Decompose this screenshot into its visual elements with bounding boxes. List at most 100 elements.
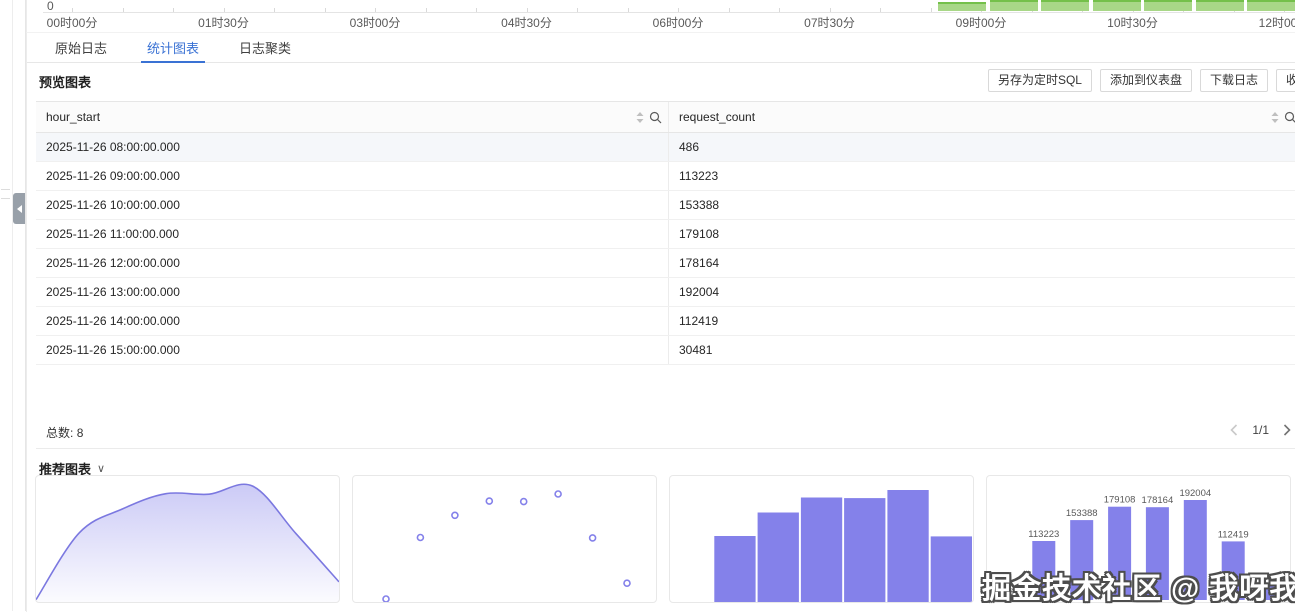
result-table: hour_start request_count 2025-11-26 08:00… [36,101,1295,449]
tab-log-clustering[interactable]: 日志聚类 [239,33,291,62]
collapse-config-button[interactable]: 收起配置 [1276,69,1295,92]
timeline-tick [123,8,124,12]
column-header-icons [1271,111,1295,124]
cell-hour-start: 2025-11-26 09:00:00.000 [36,162,669,190]
log-timeline-histogram[interactable]: 0 00时00分01时30分03时00分04时30分06时00分07时30分09… [26,0,1295,32]
cell-request-count: 113223 [669,162,1295,190]
table-row[interactable]: 2025-11-26 15:00:00.00030481 [36,336,1295,365]
scatter-point [417,535,423,541]
timeline-green-bar[interactable] [1144,0,1192,11]
timeline-tick [527,8,528,12]
preview-chart-title: 预览图表 [39,72,91,91]
page-indicator: 1/1 [1252,423,1269,437]
timeline-tick [678,8,679,12]
cell-hour-start: 2025-11-26 13:00:00.000 [36,278,669,306]
timeline-tick-label: 12时00分 [1259,14,1295,31]
tab-label: 原始日志 [55,38,107,57]
timeline-green-bar[interactable] [1196,0,1244,11]
scatter-chart-svg [353,476,656,602]
sort-icon[interactable] [1271,112,1279,123]
rail-divider [1,198,10,199]
result-tabs: 原始日志 统计图表 日志聚类 [27,33,1295,63]
recommended-chart-labeled-bar[interactable]: 4861132231533881791081781641920041124193… [986,475,1291,603]
scatter-point [521,499,527,505]
tab-label: 日志聚类 [239,38,291,57]
table-row[interactable]: 2025-11-26 13:00:00.000192004 [36,278,1295,307]
left-sidebar-strip [0,0,13,611]
timeline-tick [577,8,578,12]
recommended-chart-area[interactable] [35,475,340,603]
timeline-tick-label: 00时00分 [47,14,98,31]
table-header-row: hour_start request_count [36,101,1295,133]
table-row[interactable]: 2025-11-26 10:00:00.000153388 [36,191,1295,220]
next-page-button[interactable] [1283,424,1291,436]
table-row[interactable]: 2025-11-26 14:00:00.000112419 [36,307,1295,336]
save-as-scheduled-sql-button[interactable]: 另存为定时SQL [988,69,1092,92]
chevron-left-icon [17,205,22,213]
bar-value-label: 112419 [1218,529,1249,540]
scatter-point [486,498,492,504]
timeline-green-bar[interactable] [1247,0,1295,11]
download-logs-button[interactable]: 下载日志 [1200,69,1268,92]
column-header-request_count[interactable]: request_count [669,102,1295,132]
bar-value-label: 153388 [1066,508,1098,519]
table-footer: 总数: 8 1/1 [36,419,1295,445]
bar-value-label: 192004 [1179,488,1211,499]
bar [1070,520,1093,600]
pagination: 1/1 [1230,423,1291,437]
scatter-point [383,596,389,602]
log-analytics-page: 0 00时00分01时30分03时00分04时30分06时00分07时30分09… [0,0,1295,611]
prev-page-button[interactable] [1230,424,1238,436]
timeline-axis [43,12,1295,13]
timeline-tick [325,8,326,12]
timeline-tick [476,8,477,12]
column-header-hour_start[interactable]: hour_start [36,102,669,132]
bar-value-label: 486 [998,587,1014,598]
bar-value-label: 113223 [1028,529,1059,540]
bar [994,599,1017,600]
timeline-green-bar[interactable] [990,0,1038,11]
table-row[interactable]: 2025-11-26 09:00:00.000113223 [36,162,1295,191]
timeline-tick [72,8,73,12]
scatter-point [452,512,458,518]
chevron-down-icon: ∨ [97,462,105,475]
search-icon[interactable] [1284,111,1295,124]
toolbar-buttons: 另存为定时SQL 添加到仪表盘下载日志收起配置 [988,69,1295,92]
sort-icon[interactable] [636,112,644,123]
labeled-bar-chart-svg: 4861132231533881791081781641920041124193… [987,476,1290,602]
cell-hour-start: 2025-11-26 11:00:00.000 [36,220,669,248]
cell-hour-start: 2025-11-26 15:00:00.000 [36,336,669,364]
timeline-tick-label: 07时30分 [804,14,855,31]
histogram-bar [887,490,928,602]
bar [1146,507,1169,600]
rail-divider [1,189,10,190]
search-icon[interactable] [649,111,662,124]
tab-raw-logs[interactable]: 原始日志 [55,33,107,62]
cell-hour-start: 2025-11-26 12:00:00.000 [36,249,669,277]
add-to-dashboard-button[interactable]: 添加到仪表盘 [1100,69,1192,92]
cell-request-count: 178164 [669,249,1295,277]
timeline-green-bar[interactable] [1041,0,1089,11]
timeline-green-bar[interactable] [1093,0,1141,11]
timeline-tick [830,8,831,12]
table-row[interactable]: 2025-11-26 12:00:00.000178164 [36,249,1295,278]
histogram-chart-svg [670,476,973,602]
collapse-panel-handle[interactable] [13,193,25,224]
histogram-bar [844,498,885,602]
area-chart-svg [36,476,339,602]
timeline-tick [274,8,275,12]
recommended-chart-scatter[interactable] [352,475,657,603]
bar [1032,541,1055,600]
recommended-chart-histogram[interactable] [669,475,974,603]
table-row[interactable]: 2025-11-26 11:00:00.000179108 [36,220,1295,249]
main-panel: 原始日志 统计图表 日志聚类 预览图表 另存为定时SQL 添加到仪表盘下载日志收起配置… [26,32,1295,612]
bar-value-label: 179108 [1104,495,1136,506]
timeline-tick-label: 01时30分 [198,14,249,31]
timeline-tick [779,8,780,12]
column-name: hour_start [46,110,100,124]
histogram-bar [758,513,799,603]
timeline-tick-label: 06时00分 [653,14,704,31]
timeline-green-bar[interactable] [938,2,986,11]
table-row[interactable]: 2025-11-26 08:00:00.000486 [36,133,1295,162]
tab-statistics-chart[interactable]: 统计图表 [147,33,199,62]
